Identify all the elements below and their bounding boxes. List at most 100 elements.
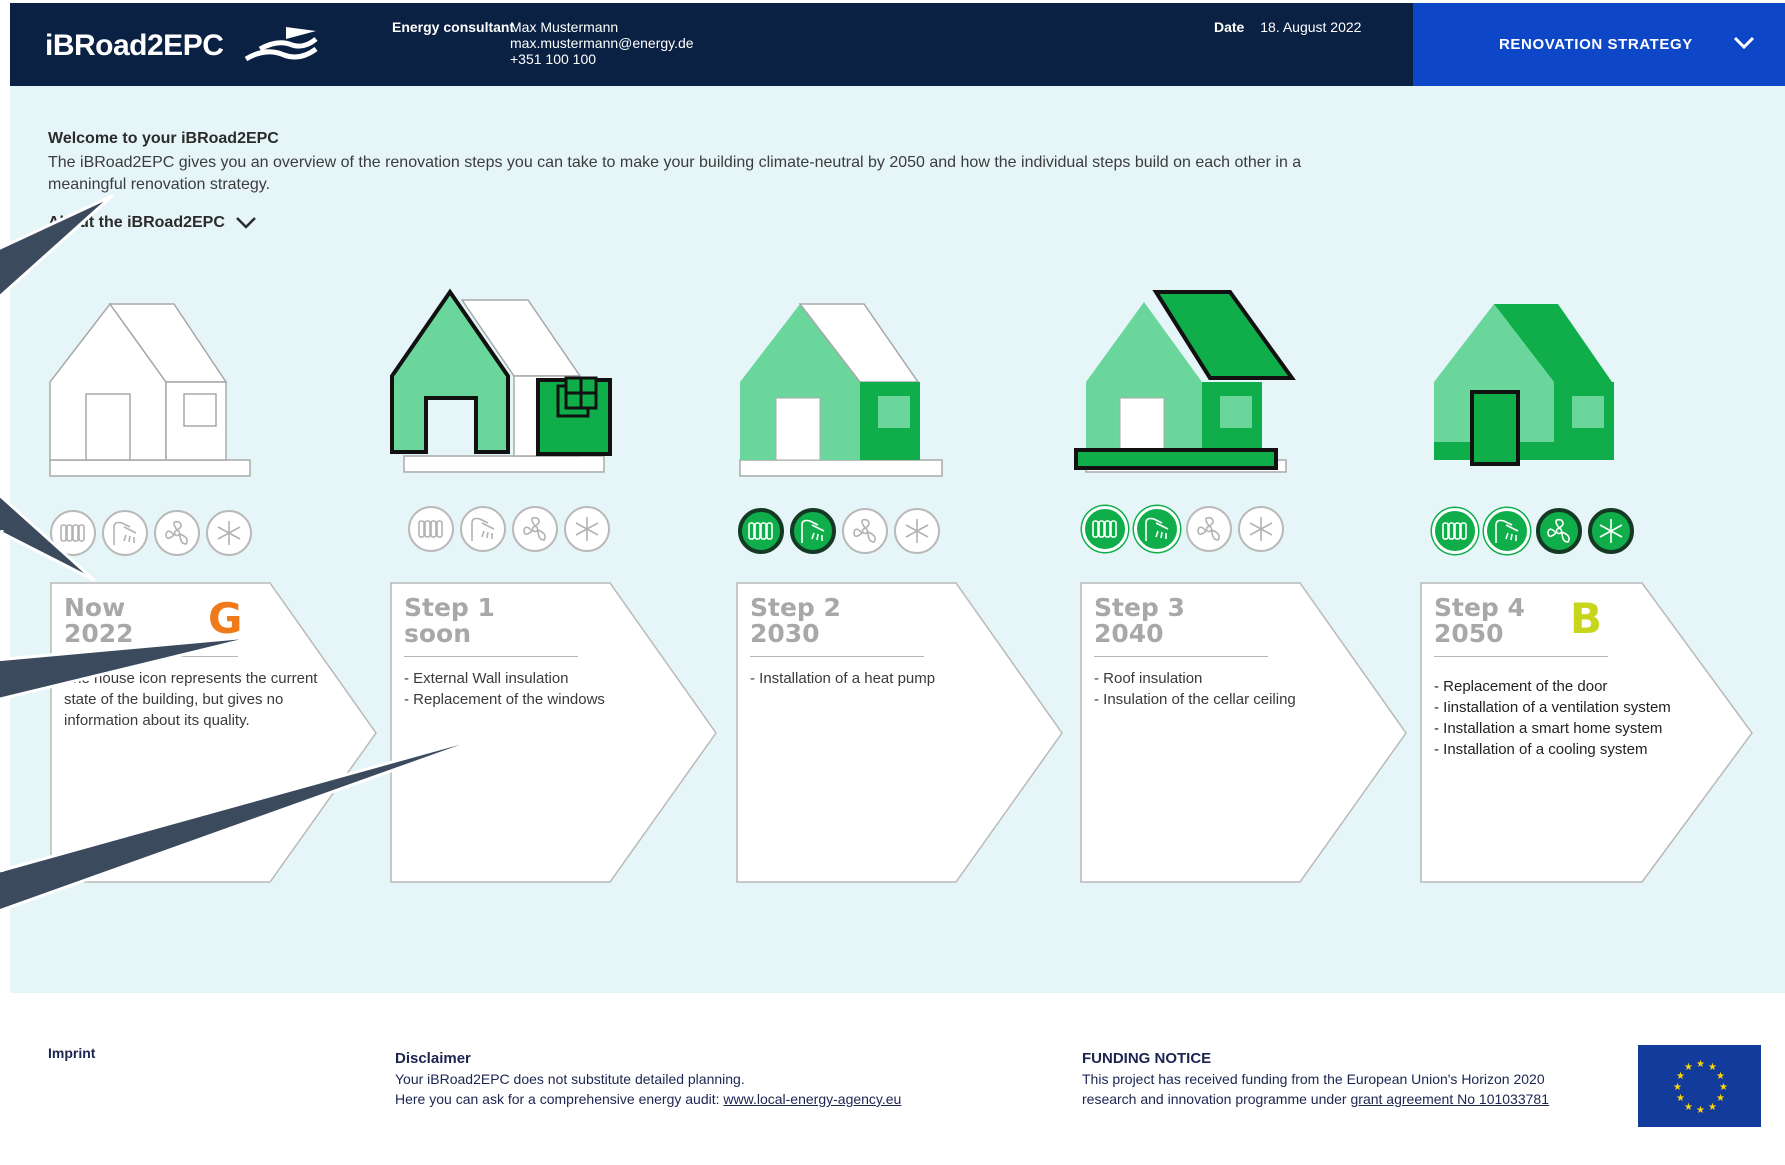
chevron-down-icon [236, 217, 256, 229]
step-items: - External Wall insulation - Replacement… [404, 668, 666, 710]
step-item: - Replacement of the windows [404, 691, 605, 708]
divider [1434, 656, 1608, 657]
services-row-step1 [408, 506, 610, 552]
step-item: - Installation of a heat pump [750, 670, 936, 687]
snowflake-icon[interactable] [1588, 508, 1634, 554]
snowflake-icon[interactable] [206, 510, 252, 556]
shower-icon[interactable] [102, 510, 148, 556]
step-card-3[interactable]: Step 3 2040 - Roof insulation - Insulati… [1080, 582, 1410, 884]
shower-icon[interactable] [790, 508, 836, 554]
step-card-2[interactable]: Step 2 2030 - Installation of a heat pum… [736, 582, 1066, 884]
step-item: - Installation a smart home system [1434, 720, 1663, 737]
step-year: 2050 [1434, 619, 1504, 648]
grant-agreement-link[interactable]: grant agreement No 101033781 [1351, 1091, 1549, 1107]
date-value: 18. August 2022 [1260, 19, 1362, 35]
funding-line: This project has received funding from t… [1082, 1071, 1545, 1087]
consultant-phone: +351 100 100 [510, 51, 597, 67]
step-title: Step 3 [1094, 593, 1185, 622]
chevron-down-icon [1733, 36, 1755, 50]
shower-icon[interactable] [1484, 508, 1530, 554]
funding-notice: FUNDING NOTICE This project has received… [1082, 1049, 1549, 1109]
radiator-icon[interactable] [738, 508, 784, 554]
main-content: Welcome to your iBRoad2EPC The iBRoad2EP… [10, 86, 1785, 993]
shower-icon[interactable] [460, 506, 506, 552]
step-item: The house icon represents the current st… [64, 670, 318, 729]
funding-line: research and innovation programme under [1082, 1091, 1347, 1107]
fan-icon[interactable] [154, 510, 200, 556]
house-step4-icon [1434, 304, 1614, 466]
fan-icon[interactable] [512, 506, 558, 552]
energy-agency-link[interactable]: www.local-energy-agency.eu [723, 1091, 901, 1107]
radiator-icon[interactable] [408, 506, 454, 552]
step-card-now[interactable]: Now 2022 G The house icon represents the… [50, 582, 380, 884]
disclaimer-line: Your iBRoad2EPC does not substitute deta… [395, 1071, 745, 1087]
step-title: Now [64, 593, 126, 622]
snowflake-icon[interactable] [564, 506, 610, 552]
services-row-now [50, 510, 252, 556]
renovation-strategy-dropdown[interactable]: RENOVATION STRATEGY [1413, 3, 1785, 86]
fan-icon[interactable] [1186, 506, 1232, 552]
step-item: - Replacement of the door [1434, 678, 1608, 695]
svg-text:★: ★ [1684, 1102, 1693, 1113]
step-item: - Insulation of the cellar ceiling [1094, 691, 1296, 708]
svg-text:★: ★ [1708, 1102, 1717, 1113]
imprint-link[interactable]: Imprint [48, 1045, 95, 1061]
step-year: 2040 [1094, 619, 1164, 648]
step-items: - Installation of a heat pump [750, 668, 1012, 689]
fan-icon[interactable] [842, 508, 888, 554]
step-items: The house icon represents the current st… [64, 668, 326, 731]
step-item: - Installation of a cooling system [1434, 741, 1648, 758]
step-items: - Replacement of the door - Iinstallatio… [1434, 676, 1696, 760]
house-step3-icon [1074, 290, 1296, 473]
svg-text:★: ★ [1676, 1093, 1685, 1104]
step-year: soon [404, 619, 472, 648]
svg-text:★: ★ [1719, 1082, 1728, 1093]
about-label: About the iBRoad2EPC [48, 214, 225, 231]
step-year: 2030 [750, 619, 820, 648]
svg-text:★: ★ [1684, 1062, 1693, 1073]
logo-waves-icon [244, 27, 318, 62]
step-card-4[interactable]: Step 4 2050 B - Replacement of the door … [1420, 582, 1756, 884]
energy-grade: B [1570, 594, 1603, 643]
divider [750, 656, 924, 657]
step-item: - External Wall insulation [404, 670, 569, 687]
step-item: - Iinstallation of a ventilation system [1434, 699, 1671, 716]
about-toggle[interactable]: About the iBRoad2EPC [48, 214, 257, 232]
consultant-name: Max Mustermann [510, 19, 619, 35]
step-title: Step 4 [1434, 593, 1525, 622]
snowflake-icon[interactable] [1238, 506, 1284, 552]
step-title: Step 2 [750, 593, 841, 622]
house-step1-icon [390, 288, 612, 473]
step-item: - Roof insulation [1094, 670, 1203, 687]
step-year: 2022 [64, 619, 134, 648]
consultant-label: Energy consultant [392, 19, 515, 35]
fan-icon[interactable] [1536, 508, 1582, 554]
services-row-step4 [1432, 508, 1634, 554]
disclaimer-line: Here you can ask for a comprehensive ene… [395, 1091, 720, 1107]
snowflake-icon[interactable] [894, 508, 940, 554]
svg-text:★: ★ [1696, 1105, 1705, 1116]
consultant-email: max.mustermann@energy.de [510, 35, 694, 51]
divider [404, 656, 578, 657]
date-label: Date [1214, 19, 1245, 35]
welcome-title: Welcome to your iBRoad2EPC [48, 130, 279, 147]
radiator-icon[interactable] [1082, 506, 1128, 552]
step-title: Step 1 [404, 593, 495, 622]
radiator-icon[interactable] [1432, 508, 1478, 554]
eu-flag-icon: ★ ★ ★ ★ ★ ★ ★ ★ ★ ★ ★ ★ [1638, 1045, 1761, 1127]
step-card-1[interactable]: Step 1 soon - External Wall insulation -… [390, 582, 720, 884]
footer: Imprint Disclaimer Your iBRoad2EPC does … [10, 993, 1785, 1165]
radiator-icon[interactable] [50, 510, 96, 556]
svg-text:★: ★ [1716, 1093, 1725, 1104]
svg-text:★: ★ [1673, 1082, 1682, 1093]
svg-text:★: ★ [1716, 1071, 1725, 1082]
services-row-step2 [738, 508, 940, 554]
divider [64, 656, 238, 657]
step-items: - Roof insulation - Insulation of the ce… [1094, 668, 1356, 710]
energy-grade: G [208, 594, 243, 643]
shower-icon[interactable] [1134, 506, 1180, 552]
logo[interactable]: iBRoad2EPC [45, 29, 224, 63]
house-step2-icon [739, 303, 943, 477]
funding-title: FUNDING NOTICE [1082, 1050, 1212, 1067]
divider [1094, 656, 1268, 657]
